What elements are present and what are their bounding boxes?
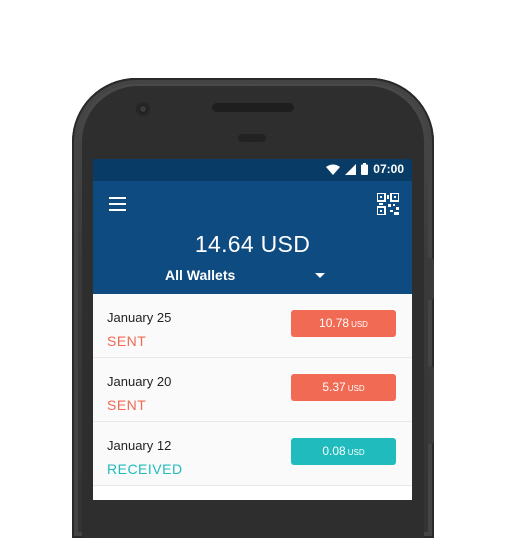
transaction-unit: USD — [347, 384, 365, 393]
transaction-date: January 12 — [107, 438, 172, 453]
transaction-row[interactable]: January 25 SENT 10.78 USD — [93, 294, 412, 358]
app-screen: 07:00 14.64 USD All Wallets January 25 S… — [93, 159, 412, 500]
status-time: 07:00 — [373, 162, 404, 176]
transaction-list: January 25 SENT 10.78 USD January 20 SENT… — [93, 294, 412, 486]
wifi-icon — [326, 164, 341, 175]
status-bar: 07:00 — [93, 159, 412, 181]
transaction-unit: USD — [351, 320, 368, 329]
status-icons: 07:00 — [326, 162, 404, 176]
transaction-row[interactable]: January 12 RECEIVED 0.08 USD — [93, 422, 412, 486]
total-balance: 14.64 USD — [194, 231, 311, 257]
transaction-date: January 25 — [107, 310, 172, 325]
power-button — [428, 258, 434, 300]
transaction-type: SENT — [107, 333, 147, 349]
transaction-type: SENT — [107, 397, 147, 413]
wallet-selector[interactable]: All Wallets — [165, 267, 325, 287]
transaction-amount-badge: 5.37 USD — [291, 374, 396, 401]
transaction-type: RECEIVED — [107, 461, 183, 477]
transaction-amount: 5.37 — [322, 380, 346, 394]
front-camera — [136, 102, 150, 116]
wallet-header: 14.64 USD All Wallets — [93, 181, 412, 294]
earpiece-speaker — [212, 103, 294, 112]
transaction-unit: USD — [347, 448, 365, 457]
transaction-date: January 20 — [107, 374, 172, 389]
signal-icon — [345, 163, 357, 175]
volume-button — [428, 366, 434, 444]
qr-code-icon[interactable] — [376, 192, 400, 216]
proximity-sensor — [238, 134, 266, 142]
transaction-amount-badge: 10.78 USD — [291, 310, 396, 337]
battery-icon — [361, 163, 369, 175]
menu-icon[interactable] — [109, 197, 126, 211]
transaction-row[interactable]: January 20 SENT 5.37 USD — [93, 358, 412, 422]
transaction-amount: 10.78 — [319, 316, 350, 330]
chevron-down-icon — [315, 273, 325, 278]
transaction-amount: 0.08 — [322, 444, 346, 458]
wallet-selector-label: All Wallets — [165, 267, 236, 283]
transaction-amount-badge: 0.08 USD — [291, 438, 396, 465]
